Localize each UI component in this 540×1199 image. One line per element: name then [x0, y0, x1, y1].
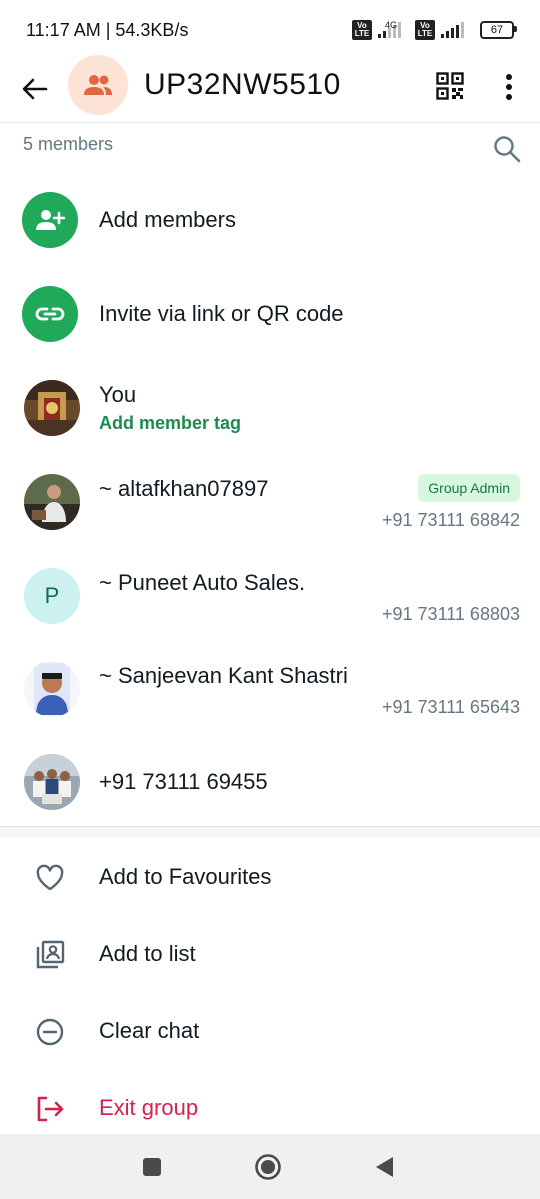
add-to-list-button[interactable]: Add to list [0, 929, 540, 989]
header-divider [0, 122, 540, 123]
avatar [24, 661, 80, 717]
minus-circle-icon [34, 1016, 66, 1048]
exit-icon [34, 1093, 66, 1125]
add-to-favourites-button[interactable]: Add to Favourites [0, 852, 540, 912]
member-phone: +91 73111 68803 [382, 604, 520, 624]
member-row[interactable]: ~ altafkhan07897 Group Admin +91 73111 6… [0, 474, 540, 554]
group-title[interactable]: UP32NW5510 [144, 68, 341, 102]
section-divider [0, 826, 540, 837]
signal-icon-2 [441, 22, 464, 38]
clear-chat-button[interactable]: Clear chat [0, 1006, 540, 1066]
member-name: ~ altafkhan07897 [99, 476, 269, 501]
status-bar: 11:17 AM | 54.3KB/s Vo LTE 4G Vo LTE 67 [0, 0, 540, 60]
arrow-left-icon[interactable] [18, 72, 52, 106]
system-nav-bar [0, 1134, 540, 1199]
status-time-speed: 11:17 AM | 54.3KB/s [26, 19, 189, 40]
member-name: +91 73111 69455 [99, 769, 268, 794]
avatar: P [24, 568, 80, 624]
heart-icon [34, 862, 66, 894]
member-row[interactable]: ~ Sanjeevan Kant Shastri +91 73111 65643 [0, 661, 540, 741]
add-member-tag-link[interactable]: Add member tag [99, 413, 241, 434]
member-row[interactable]: P ~ Puneet Auto Sales. +91 73111 68803 [0, 568, 540, 648]
member-row[interactable]: +91 73111 69455 [0, 754, 540, 834]
battery-icon: 67 [480, 21, 517, 39]
more-vertical-icon[interactable] [496, 70, 522, 104]
member-phone: +91 73111 65643 [382, 697, 520, 717]
avatar [24, 754, 80, 810]
clear-chat-label: Clear chat [99, 1018, 200, 1043]
search-icon[interactable] [492, 134, 522, 164]
member-phone: +91 73111 68842 [382, 510, 520, 530]
avatar [24, 380, 80, 436]
member-name: ~ Sanjeevan Kant Shastri [99, 663, 348, 688]
add-members-button[interactable]: Add members [0, 192, 540, 272]
status-icons: Vo LTE 4G Vo LTE 67 [351, 20, 517, 40]
volte-badge-1: Vo LTE [351, 20, 372, 40]
recents-icon[interactable] [137, 1152, 167, 1182]
group-admin-badge: Group Admin [418, 474, 520, 502]
volte-badge-2: Vo LTE [415, 20, 435, 40]
add-to-list-label: Add to list [99, 941, 196, 966]
add-members-label: Add members [99, 207, 236, 232]
contact-list-icon [34, 939, 66, 971]
members-count: 5 members [23, 134, 114, 154]
battery-level: 67 [490, 24, 504, 36]
exit-group-label: Exit group [99, 1095, 199, 1120]
qr-code-icon[interactable] [436, 72, 466, 102]
group-icon [84, 75, 112, 95]
add-to-favourites-label: Add to Favourites [99, 864, 272, 889]
link-icon [22, 286, 78, 342]
member-name: You [99, 382, 137, 407]
invite-link-label: Invite via link or QR code [99, 301, 344, 326]
member-row-you[interactable]: You Add member tag [0, 380, 540, 460]
app-bar: UP32NW5510 [0, 55, 540, 122]
add-person-icon [22, 192, 78, 248]
group-avatar[interactable] [68, 55, 128, 115]
home-icon[interactable] [253, 1152, 283, 1182]
avatar [24, 474, 80, 530]
network-type: 4G [384, 20, 397, 30]
back-nav-icon[interactable] [369, 1152, 399, 1182]
invite-link-button[interactable]: Invite via link or QR code [0, 286, 540, 366]
members-header: 5 members [0, 132, 540, 164]
member-name: ~ Puneet Auto Sales. [99, 570, 306, 595]
